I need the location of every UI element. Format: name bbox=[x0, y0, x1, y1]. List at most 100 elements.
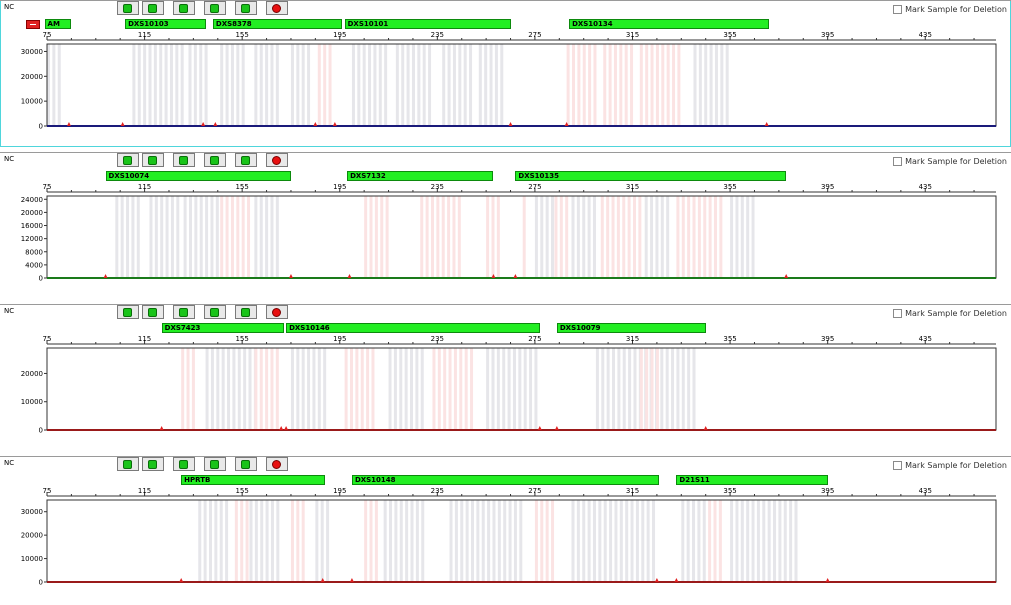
locus-marker[interactable]: D21S11 bbox=[676, 475, 828, 485]
allele-bin bbox=[529, 348, 533, 430]
peak-marker[interactable] bbox=[703, 426, 708, 430]
peak-marker[interactable] bbox=[674, 578, 679, 582]
peak-marker[interactable] bbox=[332, 122, 337, 126]
toolbar-button[interactable] bbox=[235, 305, 257, 319]
peak-marker[interactable] bbox=[213, 122, 218, 126]
sample-panel[interactable]: NC Mark Sample for Deletion DXS10074 DXS713… bbox=[0, 152, 1011, 299]
toolbar-button[interactable] bbox=[266, 305, 288, 319]
locus-marker[interactable]: DXS10079 bbox=[556, 323, 706, 333]
toolbar-button[interactable] bbox=[235, 153, 257, 167]
toolbar-button[interactable] bbox=[266, 153, 288, 167]
allele-bin bbox=[577, 44, 581, 126]
toolbar-button[interactable] bbox=[204, 153, 226, 167]
peak-marker[interactable] bbox=[179, 578, 184, 582]
sample-panel[interactable]: NC Mark Sample for Deletion HPRTB DXS10148 D… bbox=[0, 456, 1011, 603]
peak-marker[interactable] bbox=[284, 426, 289, 430]
allele-bin bbox=[666, 196, 670, 278]
x-tick-label: 115 bbox=[138, 31, 151, 39]
mark-deletion-checkbox[interactable]: Mark Sample for Deletion bbox=[893, 459, 1007, 471]
peak-marker[interactable] bbox=[513, 274, 518, 278]
locus-marker[interactable]: DXS10101 bbox=[344, 19, 511, 29]
toolbar-button[interactable] bbox=[173, 153, 195, 167]
toolbar-button[interactable] bbox=[117, 153, 139, 167]
checkbox-box[interactable] bbox=[893, 460, 903, 470]
peak-marker[interactable] bbox=[66, 122, 71, 126]
allele-bin bbox=[315, 500, 319, 582]
allele-bin bbox=[312, 348, 316, 430]
toolbar-button[interactable] bbox=[204, 457, 226, 471]
locus-marker[interactable]: DXS10135 bbox=[515, 171, 787, 181]
locus-marker[interactable]: DXS10103 bbox=[125, 19, 206, 29]
locus-marker[interactable]: DXS7423 bbox=[161, 323, 284, 333]
toolbar-button[interactable] bbox=[235, 457, 257, 471]
peak-marker[interactable] bbox=[279, 426, 284, 430]
peak-marker[interactable] bbox=[764, 122, 769, 126]
toolbar-button[interactable] bbox=[204, 305, 226, 319]
allele-bin bbox=[259, 348, 263, 430]
allele-bin bbox=[395, 44, 399, 126]
electropherogram-plot[interactable]: 75 115 155 195 235 275 315 355 395 435 24000 20000 1… bbox=[0, 182, 1011, 300]
toolbar-button[interactable] bbox=[142, 1, 164, 15]
electropherogram-plot[interactable]: 75 115 155 195 235 275 315 355 395 435 30000 20000 1… bbox=[0, 30, 1011, 148]
electropherogram-plot[interactable]: 75 115 155 195 235 275 315 355 395 435 30000 20000 1… bbox=[0, 486, 1011, 604]
allele-bin bbox=[159, 44, 163, 126]
toolbar-button[interactable] bbox=[235, 1, 257, 15]
locus-marker[interactable]: DXS10134 bbox=[569, 19, 770, 29]
toolbar-button[interactable] bbox=[142, 305, 164, 319]
locus-marker[interactable]: DXS10146 bbox=[286, 323, 540, 333]
peak-marker[interactable] bbox=[347, 274, 352, 278]
locus-marker[interactable]: DXS10074 bbox=[105, 171, 291, 181]
locus-marker[interactable]: DXS8378 bbox=[212, 19, 343, 29]
toolbar-button[interactable] bbox=[117, 457, 139, 471]
toolbar-button[interactable] bbox=[142, 457, 164, 471]
peak-marker[interactable] bbox=[120, 122, 125, 126]
mark-deletion-checkbox[interactable]: Mark Sample for Deletion bbox=[893, 3, 1007, 15]
allele-bin bbox=[470, 348, 474, 430]
peak-marker[interactable] bbox=[784, 274, 789, 278]
sample-panel[interactable]: NC Mark Sample for Deletion DXS7423 DXS1014… bbox=[0, 304, 1011, 451]
toolbar-button[interactable] bbox=[173, 305, 195, 319]
toolbar-button[interactable] bbox=[173, 1, 195, 15]
peak-marker[interactable] bbox=[554, 426, 559, 430]
electropherogram-plot[interactable]: 75 115 155 195 235 275 315 355 395 435 20000 10000 0 bbox=[0, 334, 1011, 452]
toolbar-button[interactable] bbox=[266, 457, 288, 471]
checkbox-box[interactable] bbox=[893, 4, 903, 14]
allele-bin bbox=[540, 196, 544, 278]
allele-bin bbox=[692, 348, 696, 430]
checkbox-box[interactable] bbox=[893, 156, 903, 166]
locus-marker[interactable]: HPRTB bbox=[181, 475, 326, 485]
sample-panel[interactable]: NC Mark Sample for Deletion AM DXS10103 DXS8… bbox=[0, 0, 1011, 147]
toolbar-button[interactable] bbox=[173, 457, 195, 471]
allele-bin bbox=[230, 196, 234, 278]
locus-marker[interactable]: AM bbox=[44, 19, 72, 29]
allele-bin bbox=[399, 500, 403, 582]
peak-marker[interactable] bbox=[654, 578, 659, 582]
mark-deletion-checkbox[interactable]: Mark Sample for Deletion bbox=[893, 155, 1007, 167]
toolbar-button[interactable] bbox=[117, 305, 139, 319]
delete-marker-icon[interactable] bbox=[26, 20, 40, 29]
mark-deletion-checkbox[interactable]: Mark Sample for Deletion bbox=[893, 307, 1007, 319]
allele-bin bbox=[660, 196, 664, 278]
toolbar-button[interactable] bbox=[266, 1, 288, 15]
peak-marker[interactable] bbox=[103, 274, 108, 278]
toolbar-button[interactable] bbox=[117, 1, 139, 15]
peak-marker[interactable] bbox=[159, 426, 164, 430]
toolbar-button[interactable] bbox=[142, 153, 164, 167]
allele-bin bbox=[259, 196, 263, 278]
allele-bin bbox=[628, 348, 632, 430]
sample-name: NC bbox=[4, 155, 15, 163]
peak-marker[interactable] bbox=[537, 426, 542, 430]
allele-bin bbox=[645, 44, 649, 126]
peak-marker[interactable] bbox=[313, 122, 318, 126]
allele-bin bbox=[220, 44, 224, 126]
checkbox-box[interactable] bbox=[893, 308, 903, 318]
toolbar-button[interactable] bbox=[204, 1, 226, 15]
peak-marker[interactable] bbox=[508, 122, 513, 126]
peak-marker[interactable] bbox=[349, 578, 354, 582]
allele-bin bbox=[410, 500, 414, 582]
peak-marker[interactable] bbox=[825, 578, 830, 582]
locus-marker[interactable]: DXS7132 bbox=[347, 171, 494, 181]
peak-marker[interactable] bbox=[288, 274, 293, 278]
allele-bin bbox=[582, 44, 586, 126]
locus-marker[interactable]: DXS10148 bbox=[351, 475, 660, 485]
